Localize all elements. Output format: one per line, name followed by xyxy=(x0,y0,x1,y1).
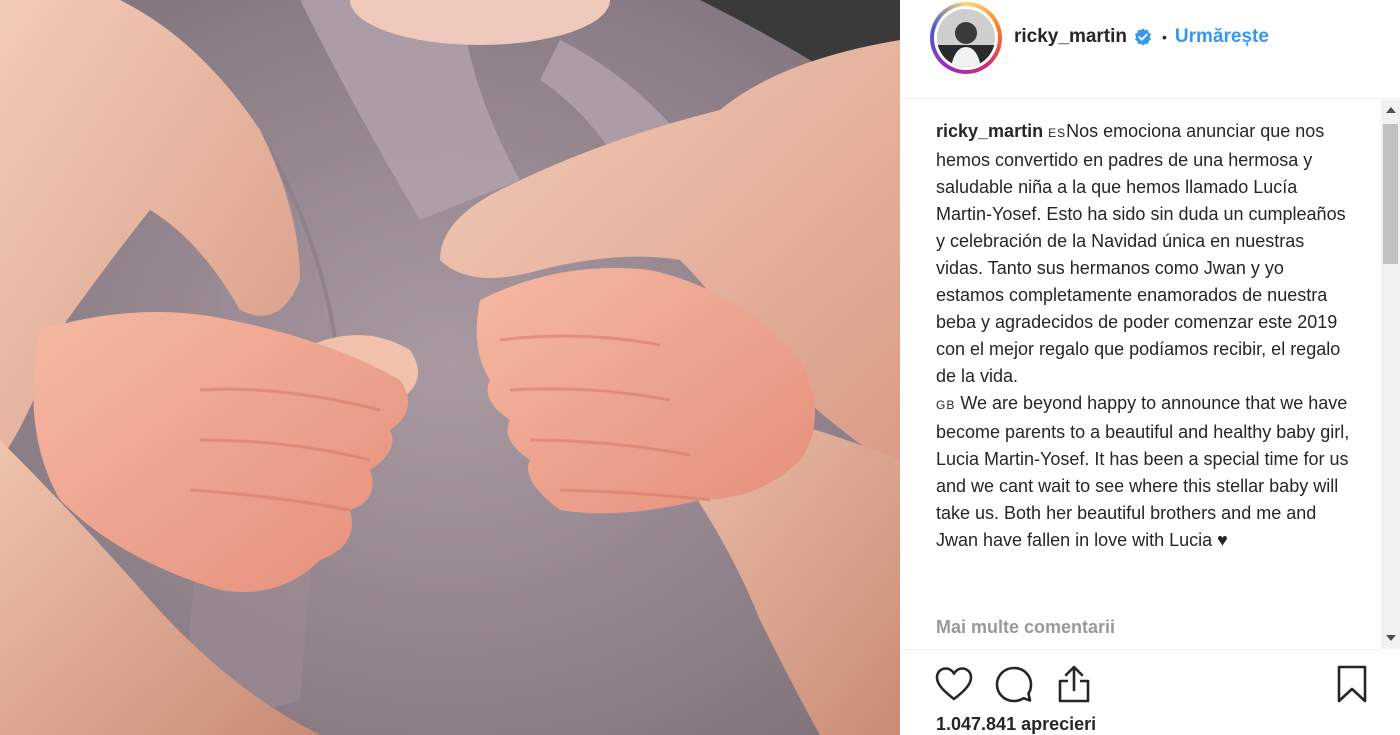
post-photo xyxy=(0,0,900,735)
post-actions xyxy=(930,662,1390,706)
separator-dot: • xyxy=(1162,29,1167,45)
comment-icon xyxy=(995,666,1033,703)
post-caption: ricky_martin ESNos emociona anunciar que… xyxy=(936,118,1356,554)
post-header: ricky_martin • Urmărește xyxy=(900,0,1400,99)
heart-icon xyxy=(935,667,973,701)
caption-username[interactable]: ricky_martin xyxy=(936,121,1043,141)
baby-hands-photo xyxy=(0,0,900,735)
scroll-up-arrow-icon[interactable] xyxy=(1386,107,1396,113)
share-icon xyxy=(1058,665,1090,703)
header-user-row: ricky_martin • Urmărește xyxy=(1014,26,1269,48)
likes-count[interactable]: 1.047.841 aprecieri xyxy=(936,714,1096,735)
avatar-image xyxy=(937,9,995,67)
gb-flag-icon: GB xyxy=(936,398,956,412)
profile-picture-icon xyxy=(937,9,995,67)
comments-area[interactable]: ricky_martin ESNos emociona anunciar que… xyxy=(900,100,1381,650)
post-username[interactable]: ricky_martin xyxy=(1014,26,1127,48)
verified-badge-icon xyxy=(1134,28,1152,46)
avatar[interactable] xyxy=(930,2,1002,74)
share-button[interactable] xyxy=(1052,662,1096,706)
follow-button[interactable]: Urmărește xyxy=(1175,26,1269,48)
comment-button[interactable] xyxy=(992,662,1036,706)
es-flag-icon: ES xyxy=(1048,126,1067,140)
caption-text-gb: We are beyond happy to announce that we … xyxy=(936,393,1350,550)
save-button[interactable] xyxy=(1330,662,1374,706)
caption-text-es: Nos emociona anunciar que nos hemos conv… xyxy=(936,121,1346,386)
like-button[interactable] xyxy=(932,662,976,706)
comments-scrollbar[interactable] xyxy=(1381,100,1400,649)
load-more-comments-link[interactable]: Mai multe comentarii xyxy=(936,617,1115,638)
scroll-down-arrow-icon[interactable] xyxy=(1386,635,1396,641)
post-sidebar: ricky_martin • Urmărește ricky_martin ES… xyxy=(900,0,1400,735)
scrollbar-thumb[interactable] xyxy=(1383,124,1398,264)
avatar-border xyxy=(934,6,998,70)
bookmark-icon xyxy=(1337,665,1367,703)
